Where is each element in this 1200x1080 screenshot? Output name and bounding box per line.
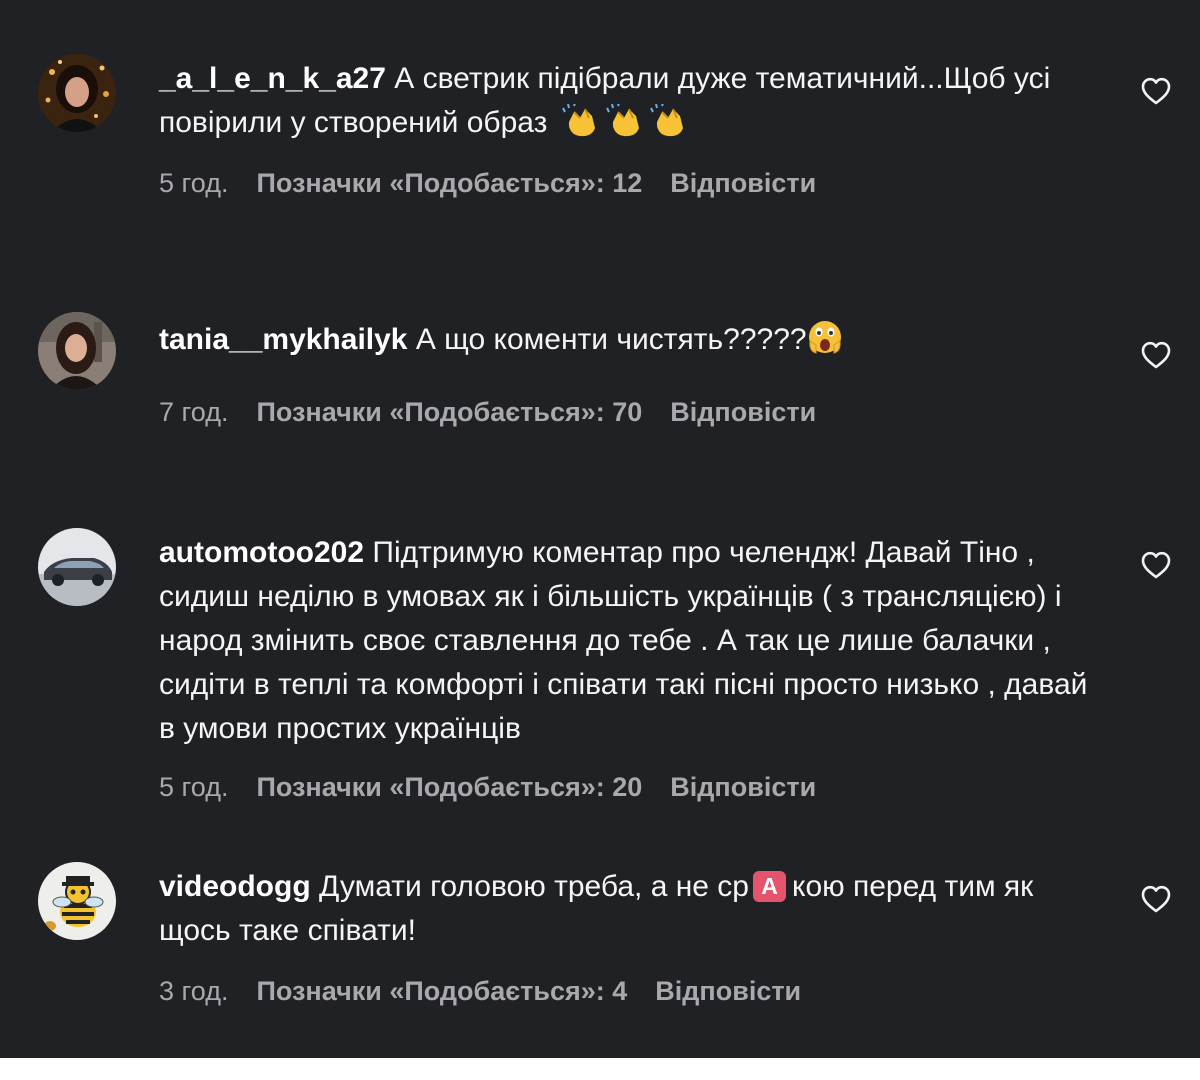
comment-text: automotoo202 Підтримую коментар про челе… xyxy=(159,531,1109,751)
comment-time[interactable]: 5 год. xyxy=(159,168,228,198)
comment-text: tania__mykhailyk А що коменти чистять???… xyxy=(159,318,1109,368)
heart-outline-icon[interactable] xyxy=(1140,550,1172,580)
astonished-face-emoji xyxy=(808,319,842,368)
clapping-hands-emoji xyxy=(605,102,644,151)
comment-time[interactable]: 7 год. xyxy=(159,397,228,427)
comment-likes-count[interactable]: Позначки «Подобається»: 4 xyxy=(256,976,627,1006)
comment-likes-count[interactable]: Позначки «Подобається»: 20 xyxy=(256,772,642,802)
comments-panel: _a_l_e_n_k_a27 А светрик підібрали дуже … xyxy=(0,0,1200,1058)
comment-meta: 5 год. Позначки «Подобається»: 12 Відповіс… xyxy=(159,166,816,200)
avatar[interactable] xyxy=(38,312,116,390)
clapping-hands-emoji xyxy=(649,102,688,151)
comment-likes-count[interactable]: Позначки «Подобається»: 70 xyxy=(256,397,642,427)
comment-time[interactable]: 5 год. xyxy=(159,772,228,802)
comment-username[interactable]: videodogg xyxy=(159,870,311,903)
avatar[interactable] xyxy=(38,54,116,132)
heart-outline-icon[interactable] xyxy=(1140,884,1172,914)
reply-button[interactable]: Відповісти xyxy=(670,772,816,802)
reply-button[interactable]: Відповісти xyxy=(655,976,801,1006)
avatar[interactable] xyxy=(38,528,116,606)
reply-button[interactable]: Відповісти xyxy=(670,168,816,198)
heart-outline-icon[interactable] xyxy=(1140,340,1172,370)
comment-username[interactable]: tania__mykhailyk xyxy=(159,323,407,356)
heart-outline-icon[interactable] xyxy=(1140,76,1172,106)
comment-meta: 7 год. Позначки «Подобається»: 70 Відповіс… xyxy=(159,395,816,429)
comment-username[interactable]: _a_l_e_n_k_a27 xyxy=(159,62,386,95)
reply-button[interactable]: Відповісти xyxy=(670,397,816,427)
comment-body: А що коменти чистять????? xyxy=(415,323,807,356)
comment-text: _a_l_e_n_k_a27 А светрик підібрали дуже … xyxy=(159,57,1109,151)
comment-text: videodogg Думати головою треба, а не ср A… xyxy=(159,865,1109,953)
comment-meta: 3 год. Позначки «Подобається»: 4 Відповіст… xyxy=(159,974,801,1008)
avatar[interactable] xyxy=(38,862,116,940)
a-button-emoji: A xyxy=(753,871,786,902)
clapping-hands-emoji xyxy=(561,102,600,151)
comment-meta: 5 год. Позначки «Подобається»: 20 Відповіс… xyxy=(159,770,816,804)
comment-likes-count[interactable]: Позначки «Подобається»: 12 xyxy=(256,168,642,198)
comment-body: Думати головою треба, а не ср xyxy=(319,870,749,903)
comment-time[interactable]: 3 год. xyxy=(159,976,228,1006)
comment-username[interactable]: automotoo202 xyxy=(159,536,364,569)
